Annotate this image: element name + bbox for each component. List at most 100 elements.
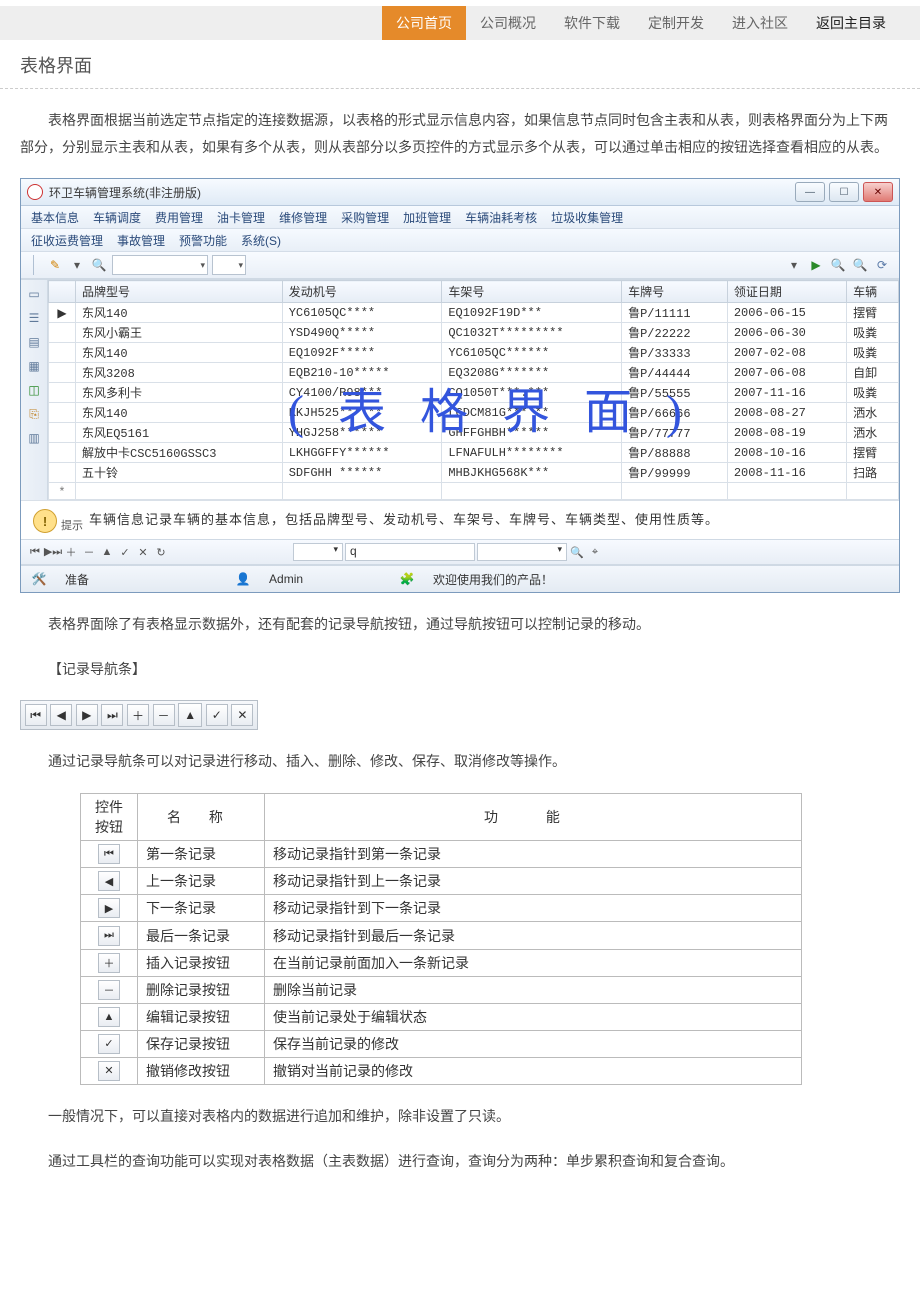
refresh-icon[interactable]: ⟳ (873, 256, 891, 274)
cell[interactable]: QC1032T********* (442, 323, 622, 343)
data-grid[interactable]: (表格界面) 品牌型号 发动机号 车架号 车牌号 领证日期 车辆 ▶东风140Y… (48, 280, 899, 500)
cell[interactable]: 扫路 (847, 463, 899, 483)
sidebar-tree-icon[interactable]: ☰ (26, 310, 42, 326)
cell[interactable]: EQ1092F19D*** (442, 303, 622, 323)
nav-edit-icon[interactable]: ▲ (99, 544, 115, 560)
cell[interactable]: 2008-11-16 (727, 463, 846, 483)
cell[interactable]: LFNAFULH******** (442, 443, 622, 463)
cell[interactable]: EQ1092F***** (282, 343, 442, 363)
menu-basic-info[interactable]: 基本信息 (31, 209, 79, 226)
toolbar-combo-2[interactable]: ▾ (212, 255, 246, 275)
find-icon[interactable]: 🔍 (829, 256, 847, 274)
minimize-button[interactable]: — (795, 182, 825, 202)
sidebar-select-icon[interactable]: ▭ (26, 286, 42, 302)
cell[interactable]: 自卸 (847, 363, 899, 383)
find-all-icon[interactable]: 🔍 (851, 256, 869, 274)
col-issue-date[interactable]: 领证日期 (727, 281, 846, 303)
tb-last-icon[interactable]: ⏭ (101, 704, 123, 726)
cell[interactable]: 摆臂 (847, 443, 899, 463)
cell[interactable]: 鲁P/22222 (622, 323, 728, 343)
nav-refresh-icon[interactable]: ↻ (153, 544, 169, 560)
cell[interactable]: 吸粪 (847, 323, 899, 343)
cell[interactable]: CQ1050T***.*** (442, 383, 622, 403)
nav-community[interactable]: 进入社区 (718, 6, 802, 40)
table-row[interactable]: 东风140KKJH525******LGDCM81G*** **鲁P/66666… (49, 403, 899, 423)
nav-about[interactable]: 公司概况 (466, 6, 550, 40)
cell[interactable]: 鲁P/55555 (622, 383, 728, 403)
tb-save-icon[interactable]: ✓ (206, 704, 228, 726)
cell[interactable]: 吸粪 (847, 343, 899, 363)
menu-system[interactable]: 系统(S) (241, 232, 281, 249)
menu-alert[interactable]: 预警功能 (179, 232, 227, 249)
cell[interactable]: 2007-11-16 (727, 383, 846, 403)
nav-add-icon[interactable]: ＋ (63, 544, 79, 560)
dropdown-icon[interactable]: ▾ (68, 256, 86, 274)
cell[interactable]: 2007-02-08 (727, 343, 846, 363)
cell[interactable]: 五十铃 (76, 463, 283, 483)
maximize-button[interactable]: ☐ (829, 182, 859, 202)
cell[interactable]: 2008-08-27 (727, 403, 846, 423)
col-frame[interactable]: 车架号 (442, 281, 622, 303)
tb-first-icon[interactable]: ⏮ (25, 704, 47, 726)
table-row[interactable]: 东风140EQ1092F*****YC6105QC******鲁P/333332… (49, 343, 899, 363)
menu-overtime[interactable]: 加班管理 (403, 209, 451, 226)
cell[interactable]: 2008-08-19 (727, 423, 846, 443)
toolbar-combo-1[interactable]: ▾ (112, 255, 208, 275)
cell[interactable]: YHGJ258****** (282, 423, 442, 443)
menu-purchase[interactable]: 采购管理 (341, 209, 389, 226)
new-row[interactable]: * (49, 483, 899, 500)
col-engine[interactable]: 发动机号 (282, 281, 442, 303)
cell[interactable]: 东风3208 (76, 363, 283, 383)
nav-query-input[interactable]: q (345, 543, 475, 561)
tb-insert-icon[interactable]: ＋ (127, 704, 149, 726)
cell[interactable]: 2008-10-16 (727, 443, 846, 463)
sidebar-db-icon[interactable]: ▥ (26, 430, 42, 446)
cell[interactable]: 东风140 (76, 403, 283, 423)
cell[interactable]: 鲁P/99999 (622, 463, 728, 483)
tb-prev-icon[interactable]: ◀ (50, 704, 72, 726)
nav-confirm-icon[interactable]: ✓ (117, 544, 133, 560)
sidebar-chart-icon[interactable]: ◫ (26, 382, 42, 398)
cell[interactable]: CY4100/R98*** (282, 383, 442, 403)
cell[interactable]: 东风多利卡 (76, 383, 283, 403)
menu-fuel-audit[interactable]: 车辆油耗考核 (465, 209, 537, 226)
cell[interactable]: 2006-06-15 (727, 303, 846, 323)
cell[interactable]: KKJH525****** (282, 403, 442, 423)
cell[interactable]: 东风140 (76, 343, 283, 363)
nav-home[interactable]: 公司首页 (382, 6, 466, 40)
cell[interactable]: 东风小霸王 (76, 323, 283, 343)
menu-accident[interactable]: 事故管理 (117, 232, 165, 249)
cell[interactable]: 吸粪 (847, 383, 899, 403)
table-row[interactable]: 五十铃SDFGHH ******MHBJKHG568K***鲁P/9999920… (49, 463, 899, 483)
cell[interactable]: 洒水 (847, 423, 899, 443)
col-vehicle-type[interactable]: 车辆 (847, 281, 899, 303)
menu-freight[interactable]: 征收运费管理 (31, 232, 103, 249)
nav-first-icon[interactable]: ⏮ (27, 544, 43, 560)
table-row[interactable]: 解放中卡CSC5160GSSC3LKHGGFFY******LFNAFULH**… (49, 443, 899, 463)
sidebar-doc-icon[interactable]: ▤ (26, 334, 42, 350)
nav-download[interactable]: 软件下载 (550, 6, 634, 40)
tb-next-icon[interactable]: ▶ (76, 704, 98, 726)
cell[interactable]: 洒水 (847, 403, 899, 423)
cell[interactable]: YC6105QC**** (282, 303, 442, 323)
cell[interactable]: MHBJKHG568K*** (442, 463, 622, 483)
cell[interactable]: SDFGHH ****** (282, 463, 442, 483)
col-plate[interactable]: 车牌号 (622, 281, 728, 303)
nav-locate-icon[interactable]: ⌖ (587, 544, 603, 560)
nav-search-icon[interactable]: 🔍 (569, 544, 585, 560)
cell[interactable]: 鲁P/11111 (622, 303, 728, 323)
cell[interactable]: 2007-06-08 (727, 363, 846, 383)
table-row[interactable]: 东风小霸王YSD490Q*****QC1032T*********鲁P/2222… (49, 323, 899, 343)
menu-oilcard[interactable]: 油卡管理 (217, 209, 265, 226)
cell[interactable]: EQ3208G******* (442, 363, 622, 383)
cell[interactable]: 鲁P/66666 (622, 403, 728, 423)
cell[interactable]: 鲁P/44444 (622, 363, 728, 383)
cell[interactable]: 鲁P/88888 (622, 443, 728, 463)
cell[interactable]: GHFFGHBH****** (442, 423, 622, 443)
menu-vehicle-dispatch[interactable]: 车辆调度 (93, 209, 141, 226)
search-icon[interactable]: 🔍 (90, 256, 108, 274)
table-row[interactable]: ▶东风140YC6105QC****EQ1092F19D***鲁P/111112… (49, 303, 899, 323)
nav-custom-dev[interactable]: 定制开发 (634, 6, 718, 40)
nav-combo-1[interactable]: ▾ (293, 543, 343, 561)
cell[interactable]: YC6105QC****** (442, 343, 622, 363)
